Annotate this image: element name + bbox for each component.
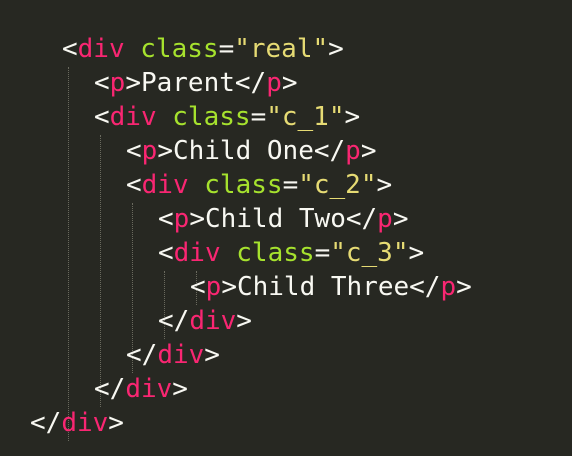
code-token-str: "real" [234, 34, 329, 64]
code-token-punct: = [218, 34, 235, 64]
code-token-punct: > [456, 272, 472, 302]
indent-guide [68, 67, 69, 441]
code-token-punct: > [204, 340, 220, 370]
code-token-punct: > [281, 68, 298, 98]
code-token-punct: < [190, 272, 206, 302]
code-token-punct: </ [409, 272, 441, 302]
code-editor[interactable]: <div class="real"> <p>Parent</p> <div clas… [0, 0, 572, 456]
code-token-punct: > [236, 306, 252, 336]
code-token-attr: class [140, 34, 219, 64]
code-token-tag: div [141, 170, 189, 200]
code-token-attr: class [236, 238, 315, 268]
code-token-punct: = [250, 102, 267, 132]
code-token-punct: < [94, 102, 110, 132]
code-token-text: Child One [172, 136, 314, 166]
code-line[interactable]: </div> [94, 373, 188, 406]
code-token-tag: div [77, 34, 125, 64]
code-token-punct: > [172, 374, 188, 404]
code-token-tag: div [109, 102, 157, 132]
code-token-punct: < [158, 238, 174, 268]
code-line[interactable]: <div class="c_2"> [126, 169, 392, 202]
code-line[interactable]: <p>Parent</p> [94, 67, 298, 100]
code-token-punct: > [376, 170, 393, 200]
code-token-punct: > [189, 204, 205, 234]
code-token-tag: p [377, 204, 393, 234]
code-token-tag: div [61, 408, 109, 438]
code-token-punct: < [126, 136, 142, 166]
code-token-tag: div [125, 374, 173, 404]
code-token-punct [189, 170, 205, 200]
code-token-tag: div [189, 306, 237, 336]
code-line[interactable]: </div> [126, 339, 220, 372]
code-token-tag: p [266, 68, 282, 98]
code-token-tag: p [173, 204, 190, 234]
code-token-punct: < [158, 204, 174, 234]
code-token-punct [157, 102, 173, 132]
code-token-str: "c_1" [266, 102, 345, 132]
code-token-punct: </ [158, 306, 190, 336]
indent-guide [100, 135, 101, 407]
code-line[interactable]: <p>Child Three</p> [190, 271, 472, 304]
code-token-punct: > [125, 68, 141, 98]
code-token-punct: </ [94, 374, 126, 404]
code-token-tag: p [205, 272, 222, 302]
code-token-punct [221, 238, 237, 268]
code-token-punct: > [221, 272, 237, 302]
code-token-punct: </ [234, 68, 267, 98]
code-token-text: Parent [140, 68, 235, 98]
code-line[interactable]: <p>Child One</p> [126, 135, 376, 168]
code-token-punct: </ [126, 340, 158, 370]
code-token-punct: < [62, 34, 78, 64]
code-token-punct: > [157, 136, 173, 166]
code-token-tag: div [173, 238, 221, 268]
code-token-text: Child Three [236, 272, 410, 302]
code-token-punct: </ [345, 204, 378, 234]
code-token-punct: < [126, 170, 142, 200]
code-token-punct: = [314, 238, 331, 268]
code-token-tag: div [157, 340, 205, 370]
code-token-punct: > [408, 238, 425, 268]
code-token-str: "c_3" [330, 238, 409, 268]
code-token-punct: > [328, 34, 344, 64]
code-line[interactable]: </div> [158, 305, 252, 338]
code-token-punct: < [94, 68, 110, 98]
code-token-str: "c_2" [298, 170, 377, 200]
code-token-punct: = [282, 170, 299, 200]
code-token-punct [125, 34, 141, 64]
code-token-attr: class [172, 102, 251, 132]
code-token-punct: </ [30, 408, 62, 438]
code-token-tag: p [141, 136, 158, 166]
code-line[interactable]: </div> [30, 407, 124, 440]
code-line[interactable]: <p>Child Two</p> [158, 203, 408, 236]
code-token-tag: p [345, 136, 361, 166]
code-line[interactable]: <div class="c_1"> [94, 101, 360, 134]
code-token-text: Child Two [204, 204, 346, 234]
code-token-punct: > [108, 408, 124, 438]
code-token-tag: p [109, 68, 126, 98]
code-token-tag: p [440, 272, 457, 302]
code-token-punct: > [360, 136, 377, 166]
code-token-punct: > [344, 102, 361, 132]
code-token-attr: class [204, 170, 283, 200]
code-token-punct: > [392, 204, 409, 234]
code-token-punct: </ [313, 136, 346, 166]
code-line[interactable]: <div class="real"> [62, 33, 344, 66]
code-line[interactable]: <div class="c_3"> [158, 237, 424, 270]
